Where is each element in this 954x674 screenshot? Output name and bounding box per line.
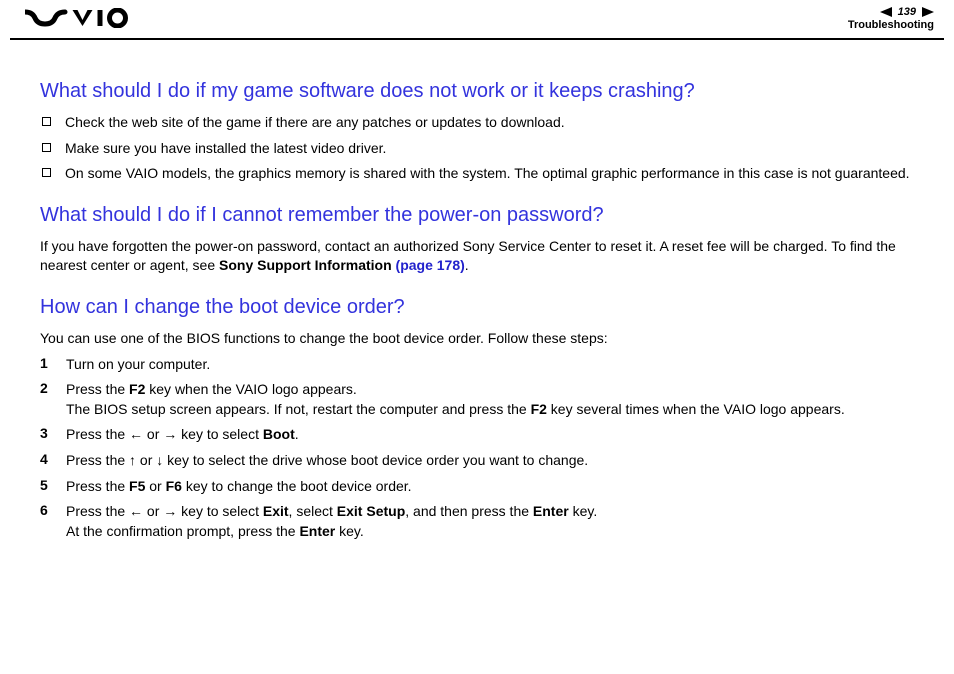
para-boot-intro: You can use one of the BIOS functions to… bbox=[40, 329, 914, 349]
para-password: If you have forgotten the power-on passw… bbox=[40, 237, 914, 276]
square-bullet-icon bbox=[42, 143, 51, 152]
key-f5: F5 bbox=[129, 478, 145, 494]
step-number: 4 bbox=[40, 451, 66, 467]
heading-password: What should I do if I cannot remember th… bbox=[40, 204, 914, 227]
arrow-right-icon: → bbox=[163, 503, 177, 519]
step: 4 Press the ↑ or ↓ key to select the dri… bbox=[40, 451, 914, 471]
arrow-up-icon: ↑ bbox=[129, 452, 136, 468]
step-number: 1 bbox=[40, 355, 66, 371]
square-bullet-icon bbox=[42, 168, 51, 177]
step-text: Press the F5 or F6 key to change the boo… bbox=[66, 477, 914, 497]
arrow-right-icon: → bbox=[163, 426, 177, 442]
step-text: Press the ↑ or ↓ key to select the drive… bbox=[66, 451, 914, 471]
vaio-logo bbox=[25, 8, 135, 31]
step: 3 Press the ← or → key to select Boot. bbox=[40, 425, 914, 445]
heading-boot-order: How can I change the boot device order? bbox=[40, 296, 914, 319]
page-nav: 139 bbox=[848, 6, 934, 19]
heading-game-crash: What should I do if my game software doe… bbox=[40, 80, 914, 103]
step: 5 Press the F5 or F6 key to change the b… bbox=[40, 477, 914, 497]
enter-key: Enter bbox=[533, 503, 569, 519]
header-right: 139 Troubleshooting bbox=[848, 6, 934, 32]
section-label: Troubleshooting bbox=[848, 19, 934, 32]
exit-setup-label: Exit Setup bbox=[337, 503, 405, 519]
step-text: Press the ← or → key to select Boot. bbox=[66, 425, 914, 445]
bullet-list-game: Check the web site of the game if there … bbox=[40, 113, 914, 184]
list-item: Make sure you have installed the latest … bbox=[40, 139, 914, 159]
key-f2: F2 bbox=[531, 401, 547, 417]
page-number: 139 bbox=[898, 6, 916, 19]
square-bullet-icon bbox=[42, 117, 51, 126]
exit-label: Exit bbox=[263, 503, 289, 519]
enter-key: Enter bbox=[299, 523, 335, 539]
step: 1 Turn on your computer. bbox=[40, 355, 914, 375]
step-number: 5 bbox=[40, 477, 66, 493]
step-text: Press the ← or → key to select Exit, sel… bbox=[66, 502, 914, 541]
bullet-text: Check the web site of the game if there … bbox=[65, 113, 914, 133]
text: . bbox=[465, 257, 469, 273]
key-f2: F2 bbox=[129, 381, 145, 397]
step: 6 Press the ← or → key to select Exit, s… bbox=[40, 502, 914, 541]
boot-label: Boot bbox=[263, 426, 295, 442]
sony-support-bold: Sony Support Information bbox=[219, 257, 396, 273]
bullet-text: On some VAIO models, the graphics memory… bbox=[65, 164, 914, 184]
bullet-text: Make sure you have installed the latest … bbox=[65, 139, 914, 159]
step-number: 2 bbox=[40, 380, 66, 396]
step-number: 3 bbox=[40, 425, 66, 441]
nav-prev-icon[interactable] bbox=[880, 7, 892, 17]
step-text: Press the F2 key when the VAIO logo appe… bbox=[66, 380, 914, 419]
page-link[interactable]: (page 178) bbox=[396, 257, 465, 273]
step-number: 6 bbox=[40, 502, 66, 518]
numbered-steps: 1 Turn on your computer. 2 Press the F2 … bbox=[40, 355, 914, 542]
nav-next-icon[interactable] bbox=[922, 7, 934, 17]
step-text: Turn on your computer. bbox=[66, 355, 914, 375]
arrow-left-icon: ← bbox=[129, 426, 143, 442]
list-item: Check the web site of the game if there … bbox=[40, 113, 914, 133]
arrow-left-icon: ← bbox=[129, 503, 143, 519]
key-f6: F6 bbox=[166, 478, 182, 494]
page-header: 139 Troubleshooting bbox=[10, 0, 944, 40]
page-content: What should I do if my game software doe… bbox=[0, 40, 954, 567]
list-item: On some VAIO models, the graphics memory… bbox=[40, 164, 914, 184]
step: 2 Press the F2 key when the VAIO logo ap… bbox=[40, 380, 914, 419]
